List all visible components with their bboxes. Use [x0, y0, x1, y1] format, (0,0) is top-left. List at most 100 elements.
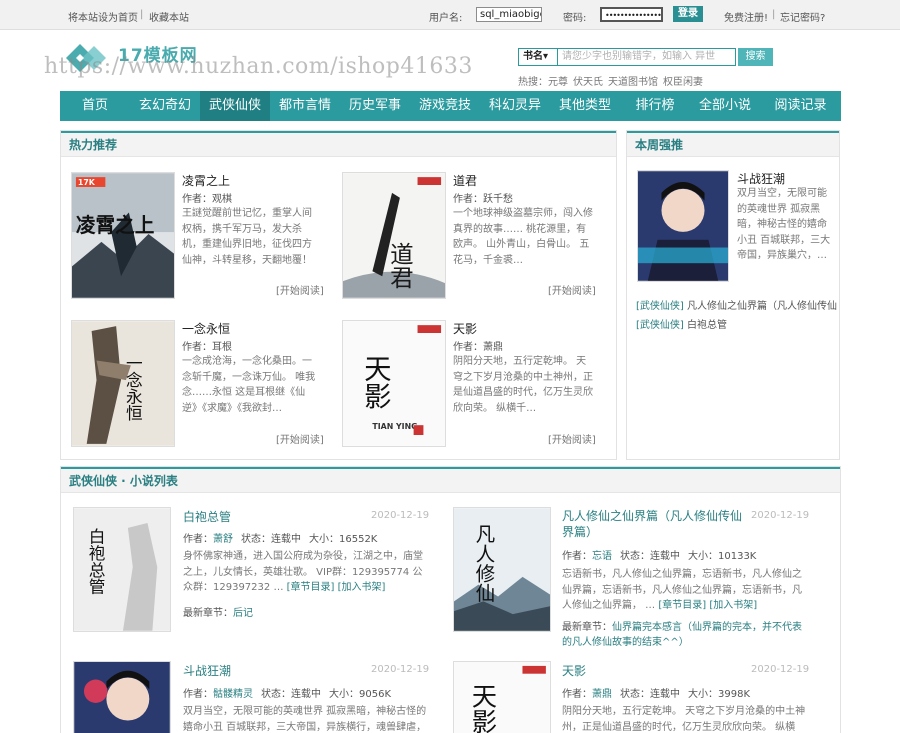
nav-item-all-novels[interactable]: 全部小说 [690, 91, 760, 121]
list-book-meta: 作者：骷髅精灵 状态：连载中 大小：9056K [183, 685, 391, 700]
status-label: 状态： [261, 689, 291, 700]
hot-search: 热搜：元尊 伏天氏 天道图书馆 权臣闲妻 [518, 73, 708, 88]
list-book-meta: 作者：萧鼎 状态：连载中 大小：3998K [562, 685, 750, 700]
author-label: 作者： [562, 689, 592, 700]
book-author: 作者：跃千愁 [453, 190, 513, 205]
author-name[interactable]: 跃千愁 [483, 194, 513, 205]
hot-search-label: 热搜： [518, 77, 548, 88]
nav-item-kehuan[interactable]: 科幻灵异 [480, 91, 550, 121]
cover-title: 一念永恒 [123, 355, 142, 422]
search-input[interactable]: 请您少字也别输错字，如输入 异世 [558, 48, 736, 66]
start-reading-link[interactable]: [开始阅读] [548, 431, 596, 446]
latest-chapter: 最新章节：后记 [183, 604, 253, 619]
list-book-title[interactable]: 天影 [562, 662, 586, 679]
book-cover-douzhan-2[interactable] [73, 661, 171, 733]
size-label: 大小： [329, 689, 359, 700]
cover-title: 天影 [359, 355, 391, 410]
nav-item-wuxia[interactable]: 武侠仙侠 [200, 91, 270, 121]
weekly-link-name[interactable]: 凡人修仙之仙界篇（凡人修仙传仙 [687, 301, 837, 312]
list-book-desc: 身怀佛家神通，进入国公府成为杂役，江湖之中，庙堂之上，儿女情长，英雄壮歌。 VI… [183, 549, 427, 595]
book-desc: 王謎觉醒前世记忆，重掌人间权柄，携千军万马，发大杀机，重建仙界旧地，征伐四方仙神… [182, 208, 312, 266]
book-cover-daojun[interactable]: 道君 [342, 172, 446, 299]
author-name[interactable]: 忘语 [592, 551, 612, 562]
hot-recommend-title: 热力推荐 [61, 131, 616, 157]
nav-item-dushi[interactable]: 都市言情 [270, 91, 340, 121]
author-name[interactable]: 耳根 [212, 342, 232, 353]
cover-subtitle: TIAN YING [372, 422, 417, 431]
book-title[interactable]: 道君 [453, 172, 477, 189]
list-book-title[interactable]: 斗战狂潮 [183, 662, 231, 679]
weekly-link-item[interactable]: [武侠仙侠] 白袍总管 [636, 316, 727, 331]
book-desc: 一念成沧海，一念化桑田。一念斩千魔，一念诛万仙。 唯我念……永恒 这是耳根继《仙… [182, 356, 316, 414]
book-title[interactable]: 一念永恒 [182, 320, 230, 337]
book-cover-fanren[interactable]: 凡人修仙 [453, 507, 551, 632]
chapter-links[interactable]: [章节目录] [加入书架] [658, 600, 757, 611]
bookmark-link[interactable]: 收藏本站 [149, 9, 189, 24]
author-label: 作者： [182, 194, 212, 205]
nav-item-ranking[interactable]: 排行榜 [620, 91, 690, 121]
weekly-link-item[interactable]: [武侠仙侠] 凡人修仙之仙界篇（凡人修仙传仙 [636, 297, 837, 312]
author-name[interactable]: 萧鼎 [592, 689, 612, 700]
username-input[interactable]: sql_miaobige [476, 7, 542, 22]
hot-search-item[interactable]: 伏天氏 [573, 77, 603, 88]
cover-title: 白袍总管 [86, 528, 105, 595]
book-cover-yinian[interactable]: 一念永恒 [71, 320, 175, 447]
hot-search-item[interactable]: 权臣闲妻 [663, 77, 703, 88]
author-name[interactable]: 骷髅精灵 [213, 689, 253, 700]
nav-item-qita[interactable]: 其他类型 [550, 91, 620, 121]
chapter-links[interactable]: [章节目录] [加入书架] [287, 582, 386, 593]
set-homepage-link[interactable]: 将本站设为首页 [68, 9, 138, 24]
book-cover-tianying-2[interactable]: 天影 [453, 661, 551, 733]
list-book-date: 2020-12-19 [751, 664, 810, 675]
author-name[interactable]: 观棋 [212, 194, 232, 205]
top-separator-2: | [772, 9, 776, 20]
forgot-password-link[interactable]: 忘记密码? [780, 9, 825, 24]
latest-label: 最新章节： [183, 608, 233, 619]
list-book-desc: 双月当空，无限可能的英魂世界 孤寂黑暗，神秘古怪的嬉命小丑 百城联邦，三大帝国，… [183, 706, 427, 733]
search-type-select[interactable]: 书名▾ [518, 48, 558, 66]
list-book-date: 2020-12-19 [371, 664, 430, 675]
nav-item-xuanhuan[interactable]: 玄幻奇幻 [130, 91, 200, 121]
author-label: 作者： [453, 342, 483, 353]
search-button[interactable]: 搜索 [738, 48, 773, 66]
top-separator: | [140, 9, 144, 20]
list-book-meta: 作者：萧舒 状态：连载中 大小：16552K [183, 530, 377, 545]
list-book-title[interactable]: 凡人修仙之仙界篇（凡人修仙传仙界篇） [562, 508, 752, 540]
login-button[interactable]: 登录 [673, 6, 703, 22]
size-value: 16552K [339, 534, 378, 545]
weekly-link-name[interactable]: 白袍总管 [687, 320, 727, 331]
status-label: 状态： [241, 534, 271, 545]
nav-item-lishi[interactable]: 历史军事 [340, 91, 410, 121]
book-cover-tianying[interactable]: 天影 TIAN YING [342, 320, 446, 447]
book-cover-douzhan[interactable] [637, 170, 729, 282]
start-reading-link[interactable]: [开始阅读] [276, 282, 324, 297]
book-title[interactable]: 天影 [453, 320, 477, 337]
list-book-title[interactable]: 白袍总管 [183, 508, 231, 525]
status-value: 连载中 [271, 534, 301, 545]
nav-item-youxi[interactable]: 游戏竞技 [410, 91, 480, 121]
author-label: 作者： [453, 194, 483, 205]
start-reading-link[interactable]: [开始阅读] [548, 282, 596, 297]
size-label: 大小： [309, 534, 339, 545]
book-cover-lingxiao[interactable]: 17K 凌霄之上 [71, 172, 175, 299]
weekly-link-tag[interactable]: [武侠仙侠] [636, 320, 684, 331]
status-label: 状态： [620, 551, 650, 562]
register-link[interactable]: 免费注册! [724, 9, 768, 24]
book-cover-baipao[interactable]: 白袍总管 [73, 507, 171, 632]
nav-item-reading-history[interactable]: 阅读记录 [760, 91, 841, 121]
hot-search-item[interactable]: 元尊 [548, 77, 568, 88]
weekly-recommend-title: 本周强推 [627, 131, 839, 157]
book-title[interactable]: 凌霄之上 [182, 172, 230, 189]
start-reading-link[interactable]: [开始阅读] [276, 431, 324, 446]
cover-title: 凌霄之上 [76, 214, 154, 237]
author-name[interactable]: 萧舒 [213, 534, 233, 545]
author-name[interactable]: 萧鼎 [483, 342, 503, 353]
weekly-book-title[interactable]: 斗战狂潮 [737, 170, 785, 187]
weekly-link-tag[interactable]: [武侠仙侠] [636, 301, 684, 312]
latest-chapter-link[interactable]: 后记 [233, 608, 253, 619]
password-input[interactable]: •••••••••••••••• [600, 7, 663, 22]
nav-item-home[interactable]: 首页 [60, 91, 130, 121]
hot-search-item[interactable]: 天道图书馆 [608, 77, 658, 88]
novel-list-title: 武侠仙侠 · 小说列表 [61, 467, 840, 493]
status-value: 连载中 [650, 551, 680, 562]
